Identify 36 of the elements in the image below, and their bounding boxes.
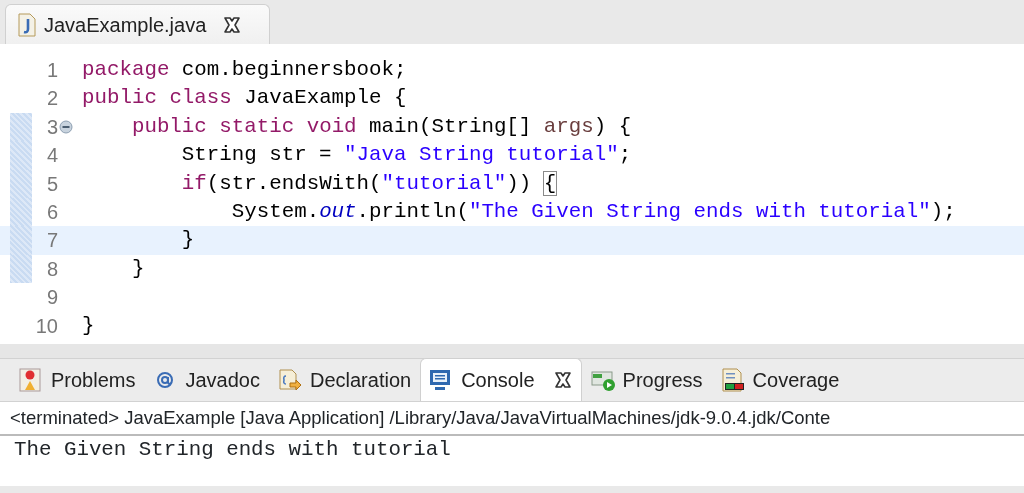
coverage-icon (720, 368, 745, 392)
panel-tab[interactable]: Coverage (711, 358, 849, 401)
panel-tab[interactable]: Progress (581, 358, 712, 401)
panel-tab[interactable]: Console (420, 358, 582, 401)
code-line: if(str.endsWith("tutorial")) { (180, 170, 557, 197)
code-line: package com.beginnersbook; (82, 57, 407, 83)
collapse-icon[interactable] (59, 119, 73, 134)
line-number: 9 (45, 285, 58, 311)
console-header: <terminated> JavaExample [Java Application] /Library/Java/JavaVirtualMachines/jdk-9.0.4.jdk/Conte (0, 402, 1024, 436)
java-file-icon (18, 12, 36, 37)
console-output: The Given String ends with tutorial (14, 437, 452, 463)
progress-icon (590, 368, 615, 392)
line-number: 5 (45, 171, 58, 197)
declaration-icon (278, 368, 302, 392)
panel-tab[interactable]: Javadoc (144, 358, 269, 401)
code-line: System.out.println("The Given String ends with tutorial"); (230, 198, 956, 225)
code-line: } (180, 227, 195, 254)
panel-tab[interactable]: Declaration (269, 358, 421, 401)
code-line: } (82, 312, 95, 339)
close-icon[interactable] (222, 14, 243, 35)
line-number: 10 (34, 313, 58, 339)
code-line: } (130, 255, 145, 282)
line-number: 7 (45, 228, 58, 254)
problems-icon (19, 368, 43, 392)
editor-tab[interactable]: JavaExample.java (5, 4, 270, 44)
line-number: 1 (45, 58, 58, 83)
line-number: 4 (45, 143, 58, 169)
line-number: 6 (45, 199, 58, 225)
line-number: 8 (45, 256, 58, 282)
code-line: public class JavaExample { (82, 85, 407, 112)
line-number: 2 (45, 86, 58, 112)
code-line: public static void main(String[] args) { (130, 113, 632, 140)
line-number: 3 (45, 114, 58, 140)
code-line: String str = "Java String tutorial"; (180, 142, 632, 169)
panel-tab[interactable]: Problems (10, 358, 145, 401)
close-icon[interactable] (552, 370, 573, 390)
